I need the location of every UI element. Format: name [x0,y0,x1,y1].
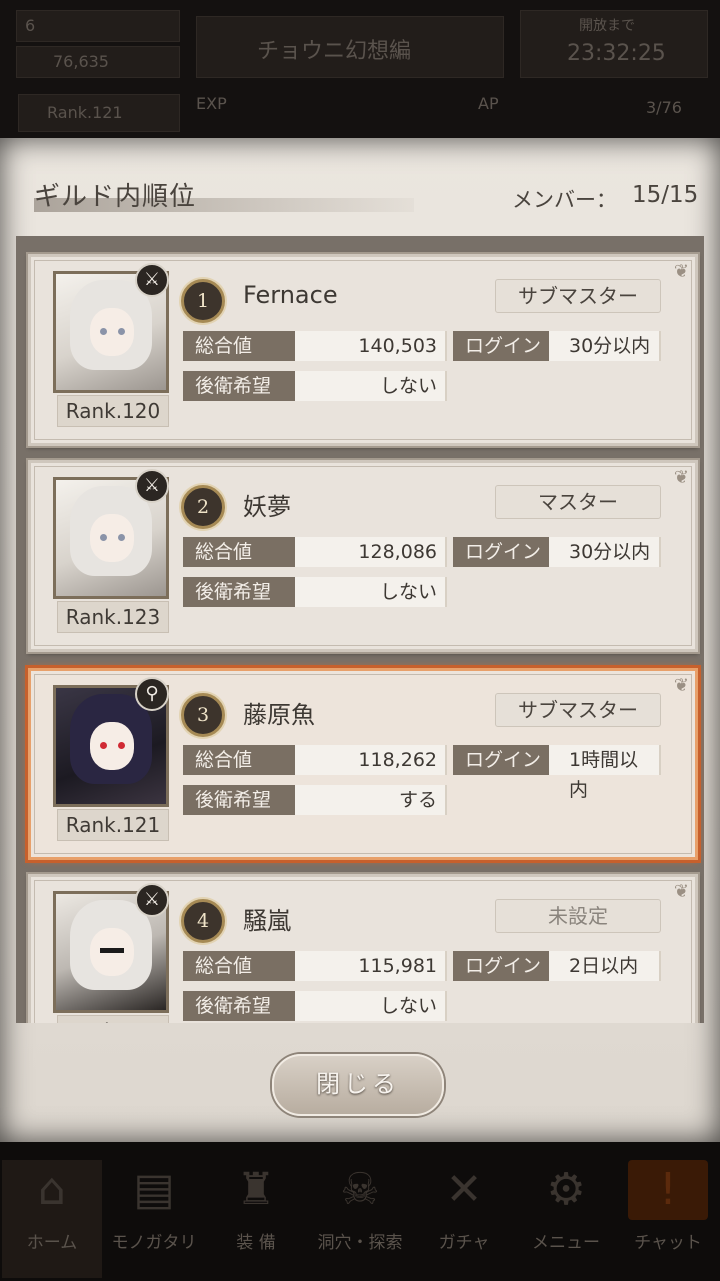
place-medal: 1 [181,279,225,323]
gold-box: 76,635 [16,46,180,78]
sword-icon: ⚔ [135,263,169,297]
home-icon: ⌂ [38,1164,66,1215]
nav-menu[interactable]: ⚙ メニュー [516,1160,616,1278]
login-value: 1時間以内 [549,745,661,801]
member-rank: Rank.111 [57,1015,169,1023]
corner-ornament: ❦ [673,467,689,488]
equipment-icon: ♜ [236,1164,276,1215]
sword-icon: ⚔ [135,883,169,917]
exp-label: EXP [196,94,227,113]
rear-label: 後衛希望 [183,785,295,815]
timer-box: 開放まで 23:32:25 [520,10,708,78]
nav-label: メニュー [532,1233,600,1253]
place-medal: 4 [181,899,225,943]
member-name: 騒嵐 [243,907,291,935]
sword-icon: ⚔ [135,469,169,503]
member-role: マスター [495,485,661,519]
panel-title: ギルド内順位 [34,182,197,212]
total-value: 128,086 [295,537,447,567]
corner-ornament: ❦ [673,261,689,282]
login-value: 2日以内 [549,951,661,981]
member-count: 15/15 [632,182,699,208]
nav-label: チャット [634,1233,702,1253]
member-list[interactable]: ❦ ⚔ Rank.120 1 Fernace サブマスター 総合値 140,50… [16,236,704,1023]
corner-ornament: ❦ [673,675,689,696]
gear-icon: ⚙ [546,1164,586,1215]
nav-label: 洞穴・探索 [317,1233,403,1253]
player-rank: Rank.121 [47,103,123,122]
nav-label: 装 備 [236,1233,276,1253]
staff-icon: ⚲ [135,677,169,711]
event-title-box: チョウニ幻想編 [196,16,504,78]
nav-label: ガチャ [438,1233,490,1253]
login-label: ログイン [453,331,549,361]
rear-value: しない [295,991,447,1021]
gacha-icon: ✕ [445,1164,483,1215]
member-name: 妖夢 [243,493,291,521]
member-label: メンバー： [512,188,617,212]
total-value: 118,262 [295,745,447,775]
place-medal: 2 [181,485,225,529]
member-name: 藤原魚 [243,701,315,729]
nav-story[interactable]: ▤ モノガタリ [104,1160,204,1278]
event-title: チョウニ幻想編 [257,39,412,64]
book-icon: ▤ [133,1164,175,1215]
login-value: 30分以内 [549,331,661,361]
ap-value: 3/76 [646,98,682,117]
stamina-value: 6 [25,16,36,35]
rear-value: しない [295,577,447,607]
timer-value: 23:32:25 [567,41,666,66]
place-medal: 3 [181,693,225,737]
member-name: Fernace [243,281,338,309]
ap-bar: AP 3/76 [470,94,706,117]
nav-equipment[interactable]: ♜ 装 備 [206,1160,306,1278]
member-rank: Rank.121 [57,809,169,841]
bottom-navigation: ⌂ ホーム ▤ モノガタリ ♜ 装 備 ☠ 洞穴・探索 ✕ ガチャ ⚙ メニュー… [0,1142,720,1281]
rear-value: しない [295,371,447,401]
member-card-1[interactable]: ❦ ⚔ Rank.120 1 Fernace サブマスター 総合値 140,50… [28,254,698,446]
ap-label: AP [478,94,499,113]
dungeon-icon: ☠ [340,1164,380,1215]
rear-label: 後衛希望 [183,371,295,401]
member-rank: Rank.120 [57,395,169,427]
total-label: 総合値 [183,331,295,361]
guild-ranking-panel: ギルド内順位 メンバー： 15/15 ❦ ⚔ Rank.120 1 Fernac… [0,138,720,1142]
top-status-bar: 6 76,635 チョウニ幻想編 開放まで 23:32:25 Rank.121 … [0,0,720,140]
total-label: 総合値 [183,745,295,775]
stamina-box: 6 [16,10,180,42]
member-role: サブマスター [495,279,661,313]
player-rank-box: Rank.121 [18,94,180,132]
login-label: ログイン [453,951,549,981]
nav-dungeon[interactable]: ☠ 洞穴・探索 [310,1160,410,1278]
member-role: サブマスター [495,693,661,727]
nav-label: モノガタリ [111,1233,197,1253]
exp-bar: EXP [196,94,436,114]
login-value: 30分以内 [549,537,661,567]
timer-label: 開放まで [579,18,635,34]
login-label: ログイン [453,537,549,567]
member-role: 未設定 [495,899,661,933]
rear-value: する [295,785,447,815]
rear-label: 後衛希望 [183,577,295,607]
member-card-3-selected[interactable]: ❦ ⚲ Rank.121 3 藤原魚 サブマスター 総合値 118,262 ログ… [28,668,698,860]
chat-icon: ! [628,1160,708,1220]
rear-label: 後衛希望 [183,991,295,1021]
total-value: 140,503 [295,331,447,361]
login-label: ログイン [453,745,549,775]
member-card-4[interactable]: ❦ ⚔ Rank.111 4 騒嵐 未設定 総合値 115,981 ログイン 2… [28,874,698,1023]
total-label: 総合値 [183,537,295,567]
total-value: 115,981 [295,951,447,981]
corner-ornament: ❦ [673,881,689,902]
gold-value: 76,635 [53,52,109,71]
nav-gacha[interactable]: ✕ ガチャ [414,1160,514,1278]
total-label: 総合値 [183,951,295,981]
nav-home[interactable]: ⌂ ホーム [2,1160,102,1278]
member-rank: Rank.123 [57,601,169,633]
member-card-2[interactable]: ❦ ⚔ Rank.123 2 妖夢 マスター 総合値 128,086 ログイン … [28,460,698,652]
nav-chat[interactable]: ! チャット [618,1160,718,1278]
close-button[interactable]: 閉じる [272,1054,444,1116]
nav-label: ホーム [26,1233,78,1253]
